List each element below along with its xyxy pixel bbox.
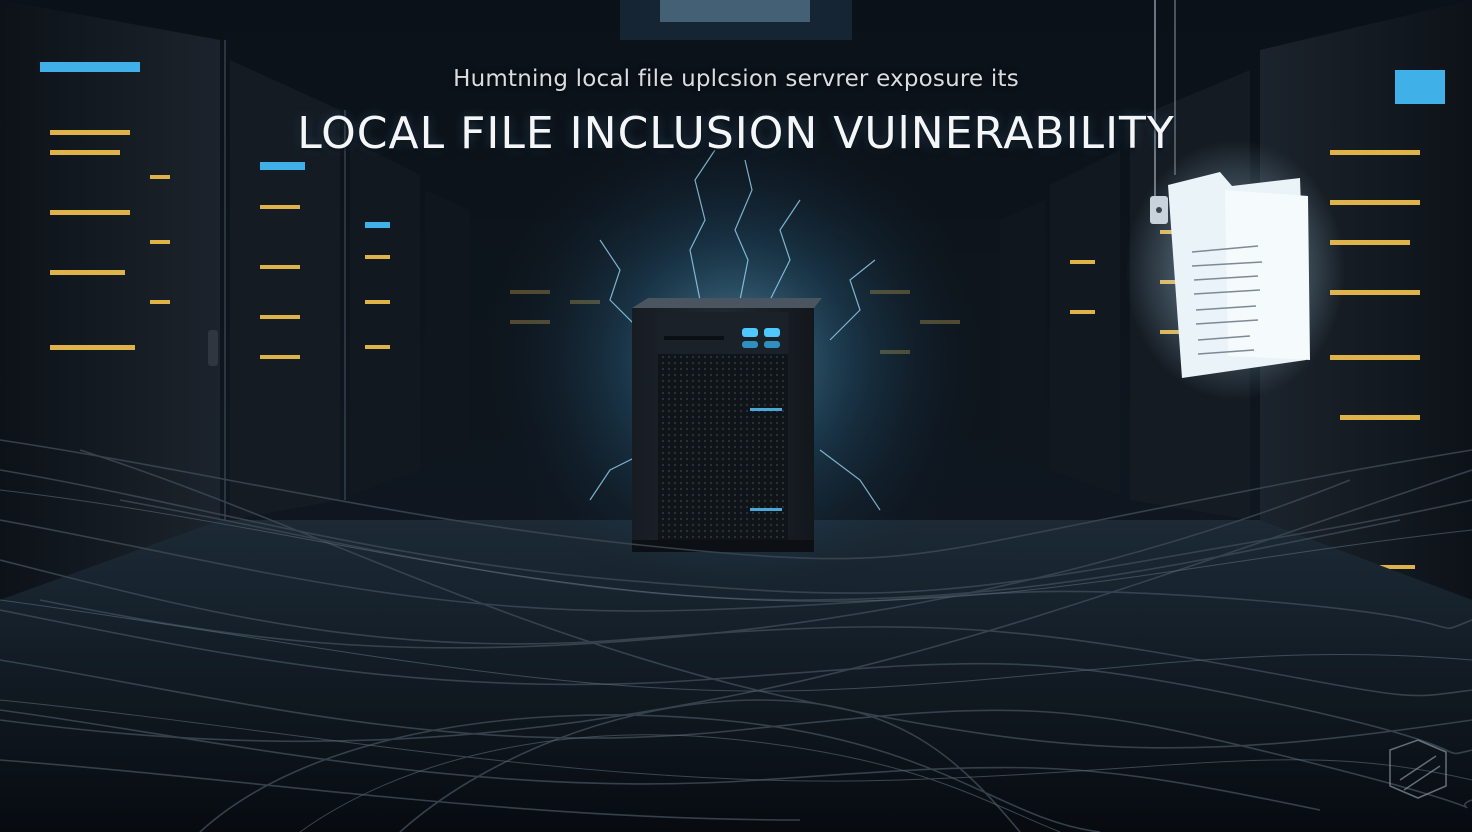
server-led [742, 328, 758, 337]
subtitle: Humtning local file uplcsion servrer exp… [453, 66, 1019, 92]
rack-handle [208, 330, 218, 366]
central-server [632, 298, 822, 552]
title: LOCAL FILE INCLUSION VUlNERABILITY [297, 108, 1175, 159]
scene: Humtning local file uplcsion servrer exp… [0, 0, 1472, 832]
